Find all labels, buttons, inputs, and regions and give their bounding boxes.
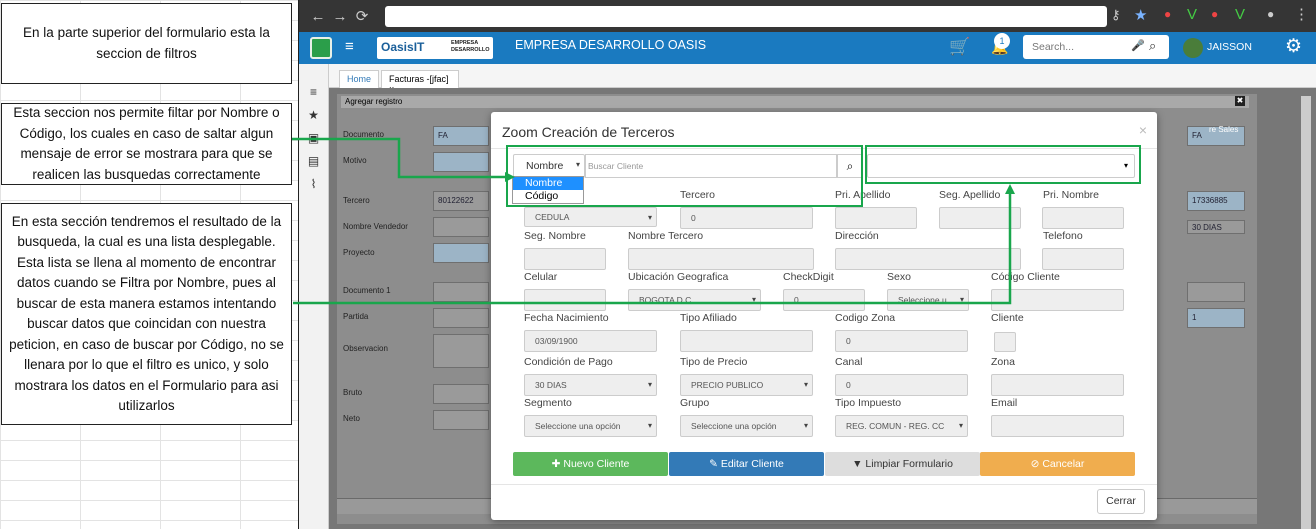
annotation-arrows bbox=[292, 137, 1015, 305]
arrow-head bbox=[1005, 184, 1015, 194]
arrow-to-result bbox=[293, 193, 1012, 305]
arrow-head bbox=[505, 172, 515, 182]
arrow-to-filter bbox=[292, 137, 505, 179]
